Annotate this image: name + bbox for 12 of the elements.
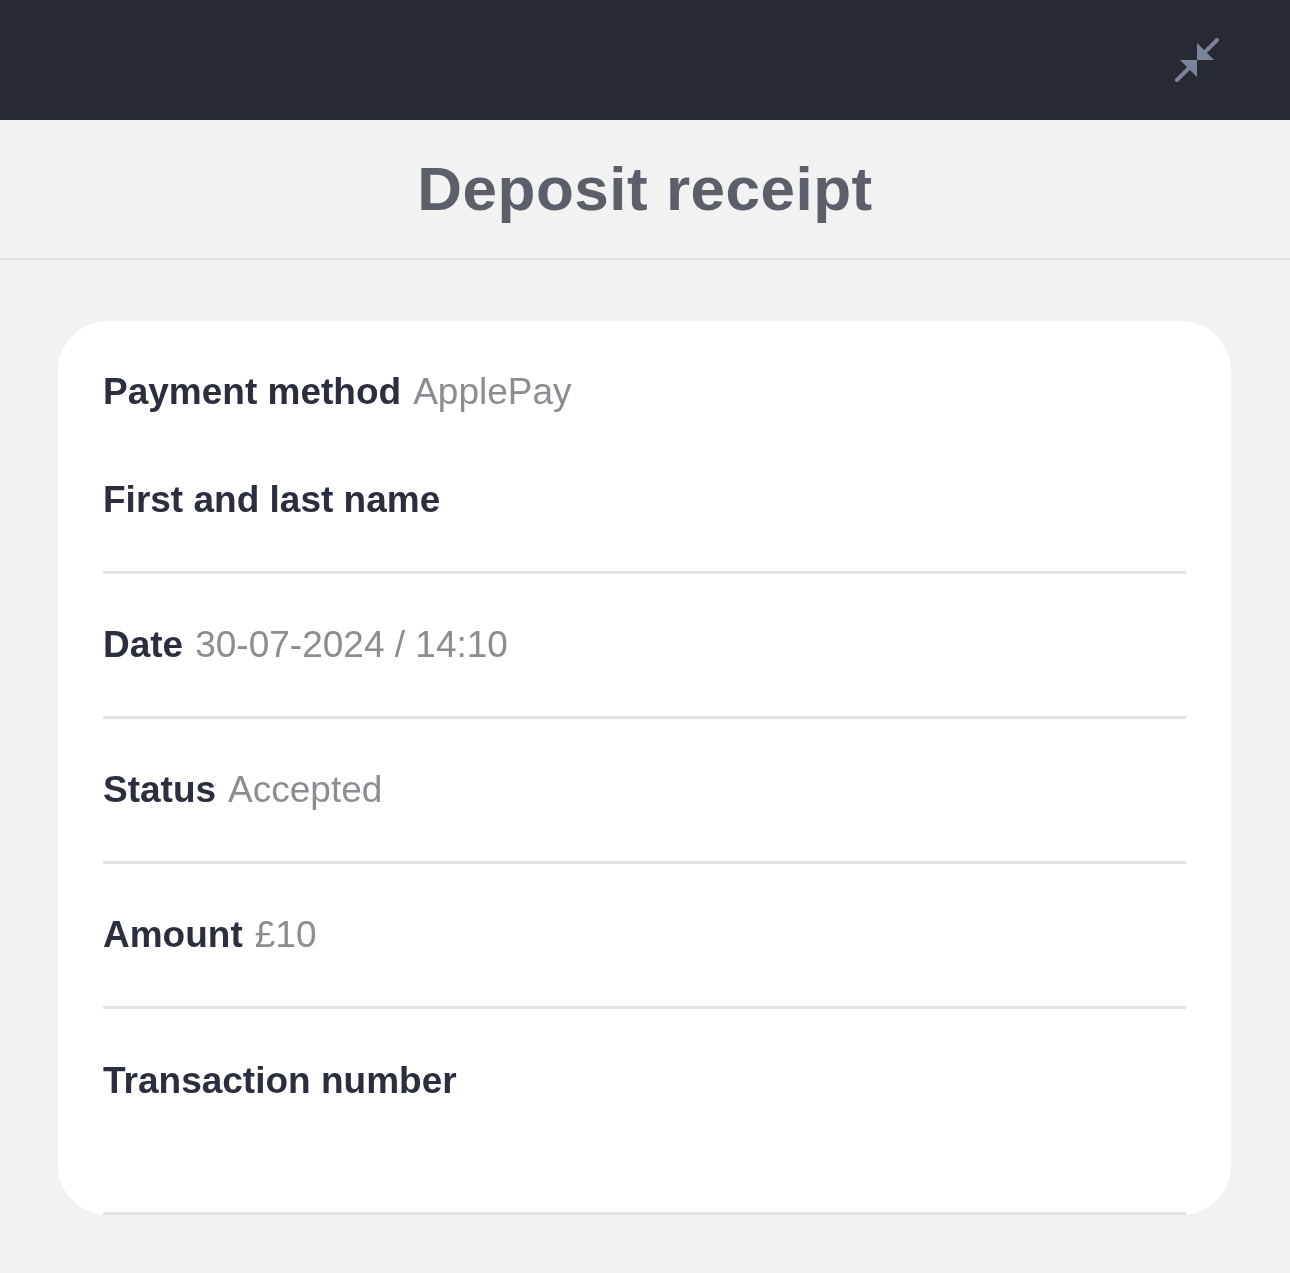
- field-value: ApplePay: [413, 371, 572, 413]
- field-value: £10: [254, 914, 317, 956]
- field-label: Status: [103, 769, 217, 811]
- minimize-icon: [1175, 38, 1219, 82]
- minimize-button[interactable]: [1175, 38, 1219, 82]
- field-label: First and last name: [103, 479, 441, 521]
- field-value: 30-07-2024 / 14:10: [195, 624, 508, 666]
- field-value: Accepted: [228, 769, 383, 811]
- field-label: Date: [103, 624, 184, 666]
- field-label: Payment method: [103, 371, 402, 413]
- field-label: Transaction number: [103, 1060, 457, 1102]
- field-label: Amount: [103, 914, 243, 956]
